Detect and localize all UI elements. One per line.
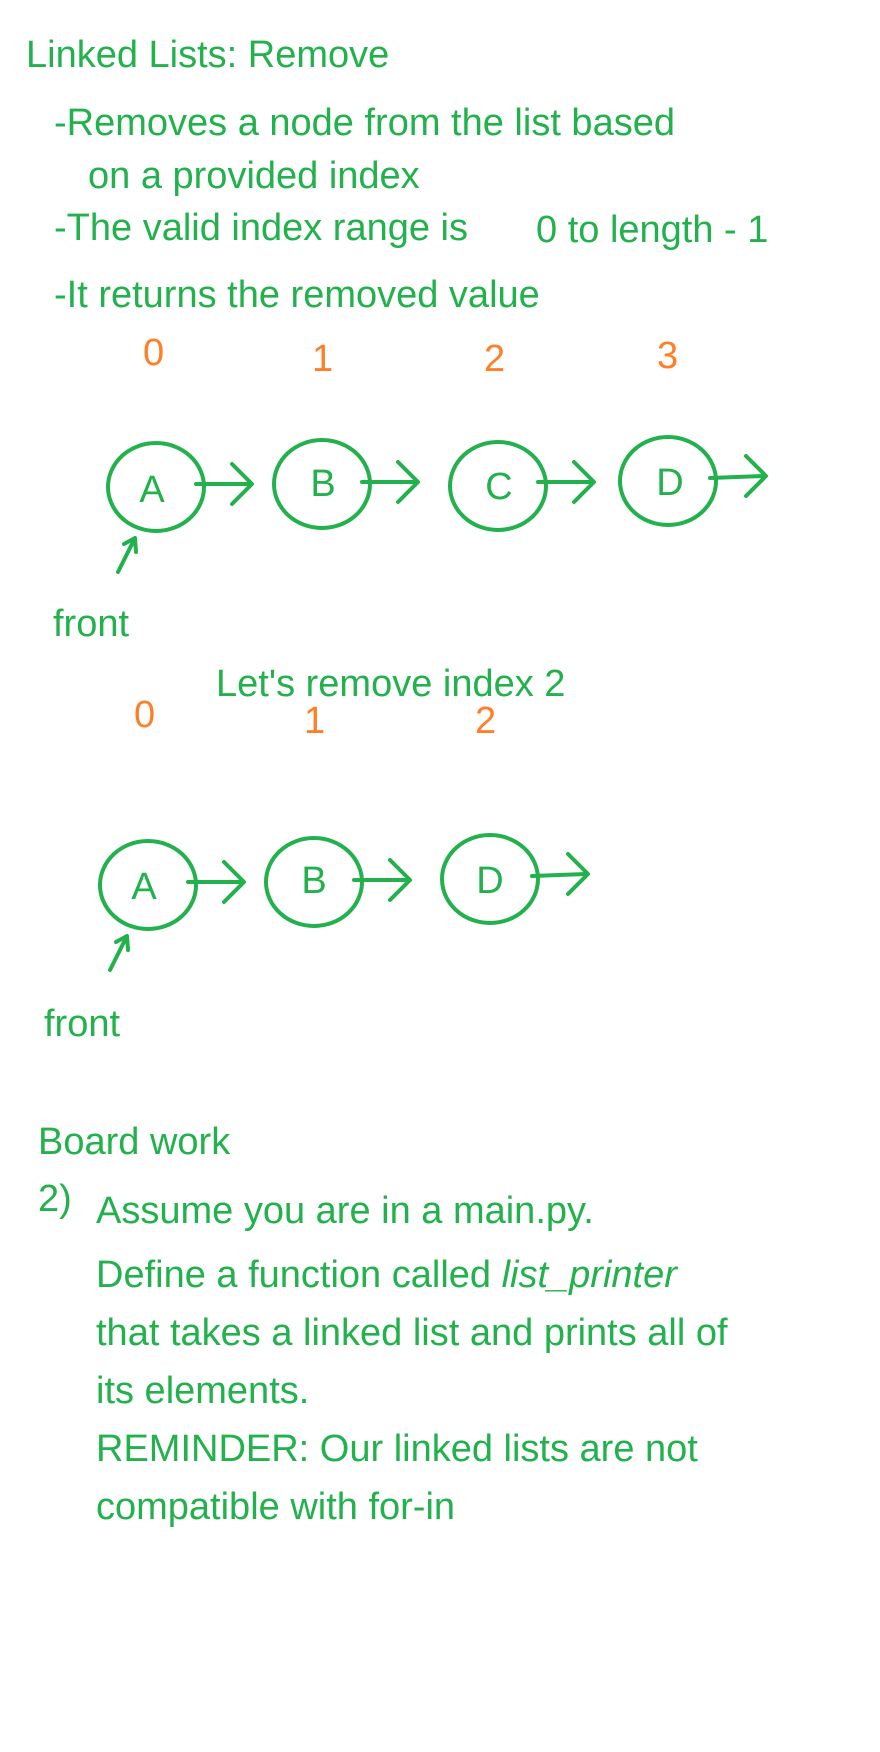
before-arrow-b-c [360, 460, 420, 504]
before-front-pointer-arrow [116, 536, 138, 574]
board-work-line-4: its elements. [96, 1370, 310, 1412]
function-name-list-printer: list_printer [501, 1254, 677, 1296]
board-work-line-6: compatible with for-in [96, 1486, 456, 1528]
after-front-pointer-arrow [108, 934, 130, 972]
board-work-line-2: Define a function called list_printer [96, 1256, 677, 1294]
after-node-d-label: D [476, 860, 503, 902]
remove-caption: Let's remove index 2 [216, 663, 566, 705]
before-node-d-label: D [656, 462, 683, 504]
after-node-b-label: B [301, 860, 326, 902]
board-work-line-3: that takes a linked list and prints all … [96, 1312, 728, 1354]
before-node-b-label: B [310, 463, 335, 505]
before-front-label: front [53, 603, 130, 645]
board-work-line-1: Assume you are in a main.py. [96, 1190, 594, 1232]
board-work-heading: Board work [38, 1121, 231, 1163]
after-front-label: front [44, 1003, 121, 1045]
before-node-c-label: C [485, 466, 512, 508]
after-arrow-d-end [530, 852, 590, 896]
board-work-number: 2) [38, 1178, 72, 1220]
board-work-line-5: REMINDER: Our linked lists are not [96, 1428, 698, 1470]
before-arrow-d-end [708, 454, 768, 498]
after-arrow-b-d [352, 858, 412, 902]
board-work-line-2-prefix: Define a function called [96, 1254, 502, 1296]
before-node-a-label: A [139, 469, 165, 511]
after-node-a-label: A [131, 866, 157, 908]
